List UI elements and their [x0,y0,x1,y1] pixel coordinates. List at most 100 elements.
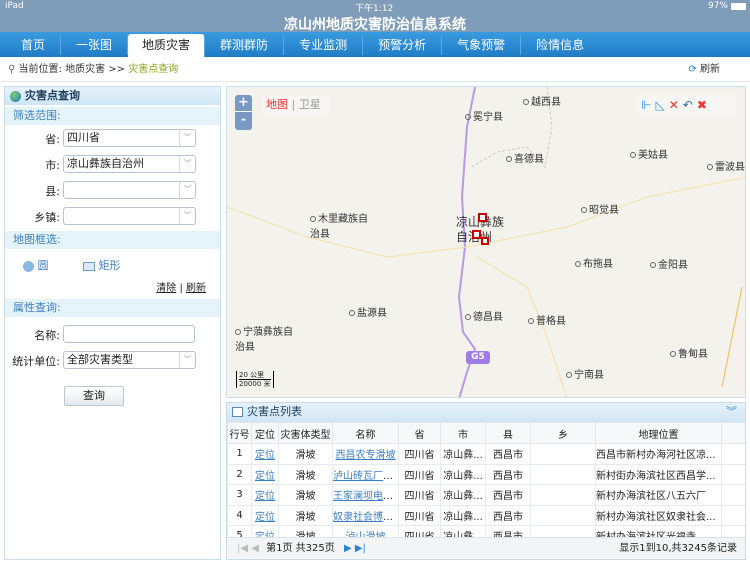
hazard-table: 行号 定位 灾害体类型 名称省市县乡地理位置 1 定位 滑坡 西昌农专滑坡 四川省 凉山彝...… [227,422,745,547]
chevron-down-icon: ﹀ [179,156,195,172]
tab-warning-analysis[interactable]: 预警分析 [363,36,443,55]
ios-status-bar: iPad 下午1:12 97% [0,0,750,14]
breadcrumb-current: 灾害点查询 [128,64,179,75]
column-header[interactable]: 定位 [251,422,279,444]
refresh-button[interactable]: ⟳ 刷新 [688,57,720,82]
measure-distance-icon[interactable]: ⊩ [641,98,655,112]
clear-link[interactable]: 清除 [156,283,176,294]
locate-link[interactable]: 定位 [255,471,275,482]
measure-area-icon[interactable]: ◺ [655,98,668,112]
circle-select-button[interactable]: 圆 [23,257,49,273]
table-cell [530,443,596,465]
map-view[interactable]: + - 地图 | 卫星 ⊩◺✕↶✖ 越西县 冕宁县 喜德县 美姑县 雷波县 昭觉… [226,86,746,398]
name-input[interactable] [63,325,195,343]
rectangle-icon [83,261,95,271]
query-button[interactable]: 查询 [64,386,124,406]
tab-weather-warning[interactable]: 气象预警 [442,36,522,55]
zoom-out-button[interactable]: - [235,112,252,126]
map-label: 鲁甸县 [670,345,708,360]
map-type-map[interactable]: 地图 [266,98,288,111]
table-row[interactable]: 4 定位 滑坡 奴隶社会博物馆 四川省 凉山彝... 西昌市 新村办海滨社区奴隶社会... [227,504,745,526]
close-icon[interactable]: ✖ [697,98,711,112]
tab-geo-hazard[interactable]: 地质灾害 [128,34,206,57]
prev-page-icon[interactable]: ◀ [251,543,259,554]
collapse-icon[interactable]: ︾ [726,403,737,421]
column-header[interactable]: 地理位置 [595,422,722,444]
column-header[interactable]: 县 [485,422,531,444]
map-label: 宁南县 [566,366,604,381]
town-select[interactable]: ﹀ [63,207,196,225]
breadcrumb-label: 当前位置: [18,64,62,75]
table-cell [721,504,745,526]
table-cell: 滑坡 [278,504,333,526]
hazard-name-link[interactable]: 奴隶社会博物馆 [334,512,398,523]
undo-icon[interactable]: ↶ [683,98,697,112]
county-select[interactable]: ﹀ [63,181,196,199]
refresh-link[interactable]: 刷新 [186,283,206,294]
table-icon [232,407,243,417]
table-cell: 定位 [251,443,279,465]
unit-select[interactable]: 全部灾害类型 ﹀ [63,351,196,369]
tab-pro-monitoring[interactable]: 专业监测 [284,36,364,55]
column-header-spacer [721,422,745,444]
table-cell: 四川省 [398,484,441,506]
map-type-satellite[interactable]: 卫星 [299,98,321,111]
breadcrumb-parent[interactable]: 地质灾害 [65,64,105,75]
column-header[interactable]: 名称 [332,422,399,444]
table-cell: 4 [227,504,252,526]
column-header[interactable]: 市 [440,422,486,444]
app-title: 凉山州地质灾害防治信息系统 [0,14,750,33]
list-title: 灾害点列表 [247,405,302,418]
table-cell: 西昌市 [485,504,531,526]
locate-link[interactable]: 定位 [255,450,275,461]
battery-icon [731,3,746,10]
tab-home[interactable]: 首页 [6,36,62,55]
pager: |◀ ◀ 第1页 共325页 ▶ ▶| 显示1到10,共3245条记录 [227,537,745,559]
tab-mass-monitoring[interactable]: 群测群防 [205,36,285,55]
city-select[interactable]: 凉山彝族自治州 ﹀ [63,155,196,173]
zoom-in-button[interactable]: + [235,95,252,112]
breadcrumb-sep: >> [108,64,126,75]
map-label: 德昌县 [465,308,503,323]
locate-link[interactable]: 定位 [255,512,275,523]
table-row[interactable]: 1 定位 滑坡 西昌农专滑坡 四川省 凉山彝... 西昌市 西昌市新村办海河社区凉... [227,443,745,465]
table-row[interactable]: 3 定位 滑坡 王家澜坝电池厂 四川省 凉山彝... 西昌市 新村办海滨社区八五六厂 [227,484,745,506]
chevron-down-icon: ﹀ [179,182,195,198]
tab-danger-info[interactable]: 险情信息 [521,36,599,55]
column-header[interactable]: 行号 [227,422,252,444]
table-cell [530,504,596,526]
rect-select-button[interactable]: 矩形 [83,257,121,273]
next-page-icon[interactable]: ▶ [344,543,352,554]
record-summary: 显示1到10,共3245条记录 [619,543,737,554]
table-cell: 3 [227,484,252,506]
table-cell: 西昌市 [485,463,531,485]
clear-measure-icon[interactable]: ✕ [669,98,683,112]
hazard-name-link[interactable]: 西昌农专滑坡 [336,450,396,461]
city-value: 凉山彝族自治州 [67,157,144,170]
last-page-icon[interactable]: ▶| [355,543,366,554]
main-nav: 首页 一张图 地质灾害 群测群防 专业监测 预警分析 气象预警 险情信息 [0,32,750,57]
table-cell: 滑坡 [278,484,333,506]
hazard-name-link[interactable]: 泸山砖瓦厂滑坡 [334,471,398,482]
unit-value: 全部灾害类型 [67,353,133,366]
province-select[interactable]: 四川省 ﹀ [63,129,196,147]
table-row[interactable]: 2 定位 滑坡 泸山砖瓦厂滑坡 四川省 凉山彝... 西昌市 新村街办海滨社区西昌学... [227,463,745,485]
scale-bar: 20 公里 20000 米 [236,371,274,388]
tab-one-map[interactable]: 一张图 [61,36,129,55]
hazard-name-link[interactable]: 王家澜坝电池厂 [334,491,398,502]
hazard-marker-icon[interactable] [478,213,487,222]
locate-link[interactable]: 定位 [255,491,275,502]
column-header[interactable]: 省 [398,422,441,444]
column-header[interactable]: 灾害体类型 [278,422,333,444]
table-cell: 四川省 [398,443,441,465]
hazard-marker-icon[interactable] [472,230,481,239]
map-label: 昭觉县 [581,201,619,216]
hazard-marker-icon[interactable] [481,237,489,245]
filter-section-title: 筛选范围: [5,107,220,125]
province-value: 四川省 [67,131,100,144]
table-cell [530,484,596,506]
column-header[interactable]: 乡 [530,422,596,444]
query-panel: 灾害点查询 筛选范围: 省: 四川省 ﹀ 市: 凉山彝族自治州 ﹀ 县: ﹀ 乡镇: ﹀ 地… [4,86,221,560]
first-page-icon[interactable]: |◀ [237,543,248,554]
map-label: 宁蒗彝族自治县 [235,323,295,353]
